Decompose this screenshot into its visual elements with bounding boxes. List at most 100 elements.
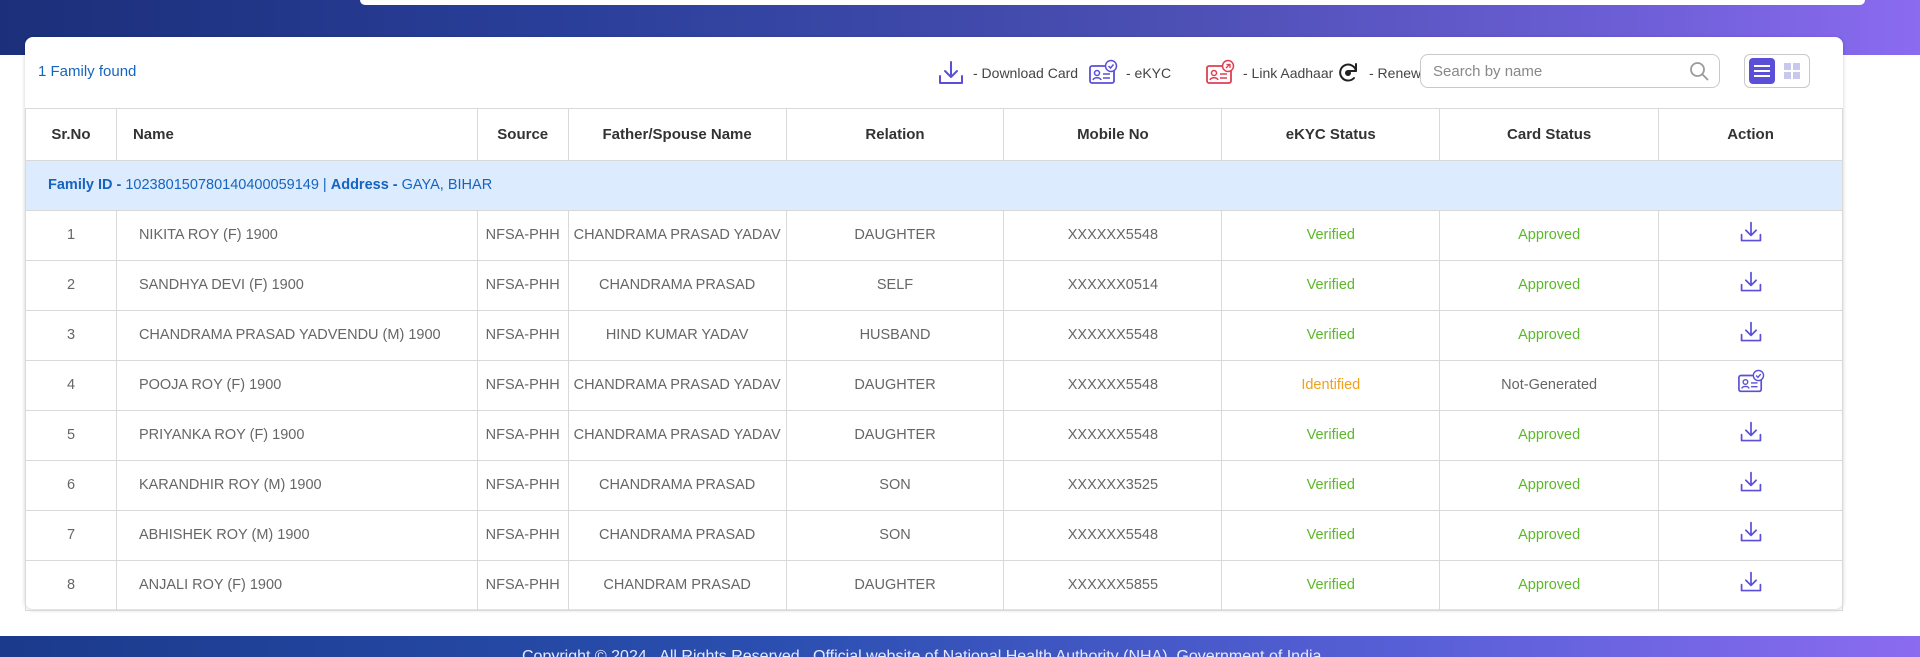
cell-source: NFSA-PHH <box>476 360 569 411</box>
table-row: 5 PRIYANKA ROY (F) 1900 NFSA-PHH CHANDRAMA … <box>25 410 1843 461</box>
cell-mobile: XXXXXX0514 <box>1003 260 1223 311</box>
header-source: Source <box>476 108 569 161</box>
cell-mobile: XXXXXX5548 <box>1003 360 1223 411</box>
search-box[interactable] <box>1420 54 1720 88</box>
download-icon[interactable] <box>1739 570 1763 601</box>
cell-action <box>1658 460 1843 511</box>
cell-name: CHANDRAMA PRASAD YADVENDU (M) 1900 <box>115 310 478 361</box>
download-icon[interactable] <box>1739 520 1763 551</box>
table-row: 2 SANDHYA DEVI (F) 1900 NFSA-PHH CHANDRAMA … <box>25 260 1843 311</box>
cell-mobile: XXXXXX5855 <box>1003 560 1223 611</box>
family-separator: | <box>318 177 331 193</box>
cell-card-status: Approved <box>1439 260 1660 311</box>
search-icon[interactable] <box>1689 61 1709 81</box>
table-header-row: Sr.No Name Source Father/Spouse Name Rel… <box>25 108 1843 161</box>
download-icon[interactable] <box>1739 420 1763 451</box>
cell-card-status: Approved <box>1439 460 1660 511</box>
cell-source: NFSA-PHH <box>476 260 569 311</box>
cell-sr-no: 5 <box>25 410 117 461</box>
cell-mobile: XXXXXX3525 <box>1003 460 1223 511</box>
cell-action <box>1658 510 1843 561</box>
cell-father-spouse: CHANDRAM PRASAD <box>567 560 787 611</box>
cell-father-spouse: CHANDRAMA PRASAD <box>567 260 787 311</box>
search-panel-edge <box>360 0 1865 5</box>
cell-sr-no: 2 <box>25 260 117 311</box>
cell-action <box>1658 310 1843 361</box>
cell-action <box>1658 260 1843 311</box>
cell-source: NFSA-PHH <box>476 210 569 261</box>
cell-name: POOJA ROY (F) 1900 <box>115 360 478 411</box>
cell-ekyc-status: Verified <box>1221 260 1441 311</box>
family-id-label: Family ID - <box>48 177 126 193</box>
table-row: 4 POOJA ROY (F) 1900 NFSA-PHH CHANDRAMA PRA… <box>25 360 1843 411</box>
family-id-value: 102380150780140400059149 <box>125 177 319 193</box>
cell-relation: SON <box>785 460 1005 511</box>
family-info: Family ID - 102380150780140400059149 | A… <box>25 160 1843 211</box>
cell-relation: DAUGHTER <box>785 560 1005 611</box>
family-row: Family ID - 102380150780140400059149 | A… <box>25 160 1843 211</box>
cell-ekyc-status: Verified <box>1221 410 1441 461</box>
cell-name: ABHISHEK ROY (M) 1900 <box>115 510 478 561</box>
cell-card-status: Approved <box>1439 410 1660 461</box>
download-icon[interactable] <box>1739 270 1763 301</box>
cell-card-status: Approved <box>1439 560 1660 611</box>
list-view-button[interactable] <box>1749 58 1775 84</box>
legend-download-label: - Download Card <box>973 65 1079 81</box>
cell-ekyc-status: Verified <box>1221 460 1441 511</box>
cell-father-spouse: CHANDRAMA PRASAD <box>567 510 787 561</box>
table-row: 7 ABHISHEK ROY (M) 1900 NFSA-PHH CHANDRAMA … <box>25 510 1843 561</box>
cell-father-spouse: CHANDRAMA PRASAD <box>567 460 787 511</box>
cell-source: NFSA-PHH <box>476 410 569 461</box>
cell-card-status: Approved <box>1439 510 1660 561</box>
cell-sr-no: 1 <box>25 210 117 261</box>
table-row: 3 CHANDRAMA PRASAD YADVENDU (M) 1900 NFSA-… <box>25 310 1843 361</box>
cell-relation: HUSBAND <box>785 310 1005 361</box>
cell-action <box>1658 360 1843 411</box>
ekyc-card-icon[interactable] <box>1737 369 1765 402</box>
cell-relation: DAUGHTER <box>785 410 1005 461</box>
grid-view-icon <box>1784 63 1800 79</box>
cell-card-status: Approved <box>1439 310 1660 361</box>
cell-mobile: XXXXXX5548 <box>1003 310 1223 361</box>
list-view-icon <box>1754 65 1770 77</box>
header-relation: Relation <box>785 108 1005 161</box>
results-toolbar: 1 Family found - Download Card - eKYC - … <box>25 37 1843 109</box>
cell-action <box>1658 560 1843 611</box>
cell-father-spouse: CHANDRAMA PRASAD YADAV <box>567 410 787 461</box>
table-row: 1 NIKITA ROY (F) 1900 NFSA-PHH CHANDRAMA PR… <box>25 210 1843 261</box>
results-count: 1 Family found <box>38 63 137 80</box>
header-father-spouse: Father/Spouse Name <box>567 108 787 161</box>
download-icon[interactable] <box>1739 470 1763 501</box>
table-row: 6 KARANDHIR ROY (M) 1900 NFSA-PHH CHANDRAMA… <box>25 460 1843 511</box>
cell-mobile: XXXXXX5548 <box>1003 410 1223 461</box>
cell-sr-no: 3 <box>25 310 117 361</box>
cell-name: NIKITA ROY (F) 1900 <box>115 210 478 261</box>
cell-ekyc-status: Verified <box>1221 210 1441 261</box>
legend-ekyc: - eKYC <box>1088 57 1171 89</box>
download-icon[interactable] <box>1739 220 1763 251</box>
legend-renew-label: - Renew <box>1369 65 1422 81</box>
cell-ekyc-status: Verified <box>1221 560 1441 611</box>
grid-view-button[interactable] <box>1779 58 1805 84</box>
header-ekyc-status: eKYC Status <box>1221 108 1441 161</box>
search-input[interactable] <box>1431 61 1689 81</box>
cell-father-spouse: HIND KUMAR YADAV <box>567 310 787 361</box>
download-icon <box>939 61 963 84</box>
cell-father-spouse: CHANDRAMA PRASAD YADAV <box>567 360 787 411</box>
cell-source: NFSA-PHH <box>476 460 569 511</box>
cell-sr-no: 7 <box>25 510 117 561</box>
cell-name: SANDHYA DEVI (F) 1900 <box>115 260 478 311</box>
cell-relation: SON <box>785 510 1005 561</box>
cell-sr-no: 6 <box>25 460 117 511</box>
legend-renew: - Renew <box>1335 57 1421 89</box>
cell-mobile: XXXXXX5548 <box>1003 210 1223 261</box>
download-icon[interactable] <box>1739 320 1763 351</box>
cell-father-spouse: CHANDRAMA PRASAD YADAV <box>567 210 787 261</box>
cell-name: PRIYANKA ROY (F) 1900 <box>115 410 478 461</box>
address-label: Address - <box>330 177 402 193</box>
cell-relation: DAUGHTER <box>785 210 1005 261</box>
table-row: 8 ANJALI ROY (F) 1900 NFSA-PHH CHANDRAM PRA… <box>25 560 1843 611</box>
legend-download: - Download Card <box>937 57 1078 89</box>
footer: Copyright © 2024 . All Rights Reserved .… <box>0 636 1920 657</box>
cell-ekyc-status: Verified <box>1221 310 1441 361</box>
